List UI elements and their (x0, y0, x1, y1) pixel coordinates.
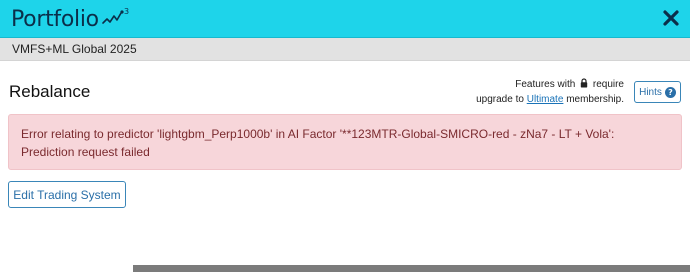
upgrade-prefix: upgrade to (476, 94, 524, 105)
subheader-bar: VMFS+ML Global 2025 (0, 38, 690, 61)
features-note: Features with require upgrade to Ultimat… (424, 77, 624, 107)
lock-icon (580, 78, 588, 88)
error-message: Error relating to predictor 'lightgbm_Pe… (21, 127, 615, 159)
brand[interactable]: Portfolio 3 (11, 5, 131, 33)
features-prefix: Features with (515, 79, 576, 90)
question-circle-icon: ? (664, 86, 676, 98)
brand-name: Portfolio (11, 7, 99, 32)
top-brand-bar: Portfolio 3 (0, 0, 690, 38)
hints-button[interactable]: Hints ? (634, 81, 681, 103)
svg-text:3: 3 (124, 7, 129, 16)
ultimate-membership-link[interactable]: Ultimate (527, 94, 564, 105)
page: Portfolio 3 VMFS+ML Global 2025 Rebalanc… (0, 0, 690, 272)
close-icon[interactable] (662, 9, 680, 27)
upgrade-suffix: membership. (566, 94, 624, 105)
upgrade-line: upgrade to Ultimate membership. (424, 92, 624, 107)
page-title: Rebalance (9, 82, 91, 101)
portfolio123-runner-logo-icon: 3 (102, 7, 129, 24)
error-alert: Error relating to predictor 'lightgbm_Pe… (8, 114, 682, 170)
edit-trading-system-button[interactable]: Edit Trading System (8, 181, 126, 208)
features-suffix: require (592, 79, 624, 90)
horizontal-scrollbar[interactable] (133, 265, 690, 272)
hints-label: Hints (639, 86, 662, 98)
trading-system-name: VMFS+ML Global 2025 (12, 42, 137, 56)
